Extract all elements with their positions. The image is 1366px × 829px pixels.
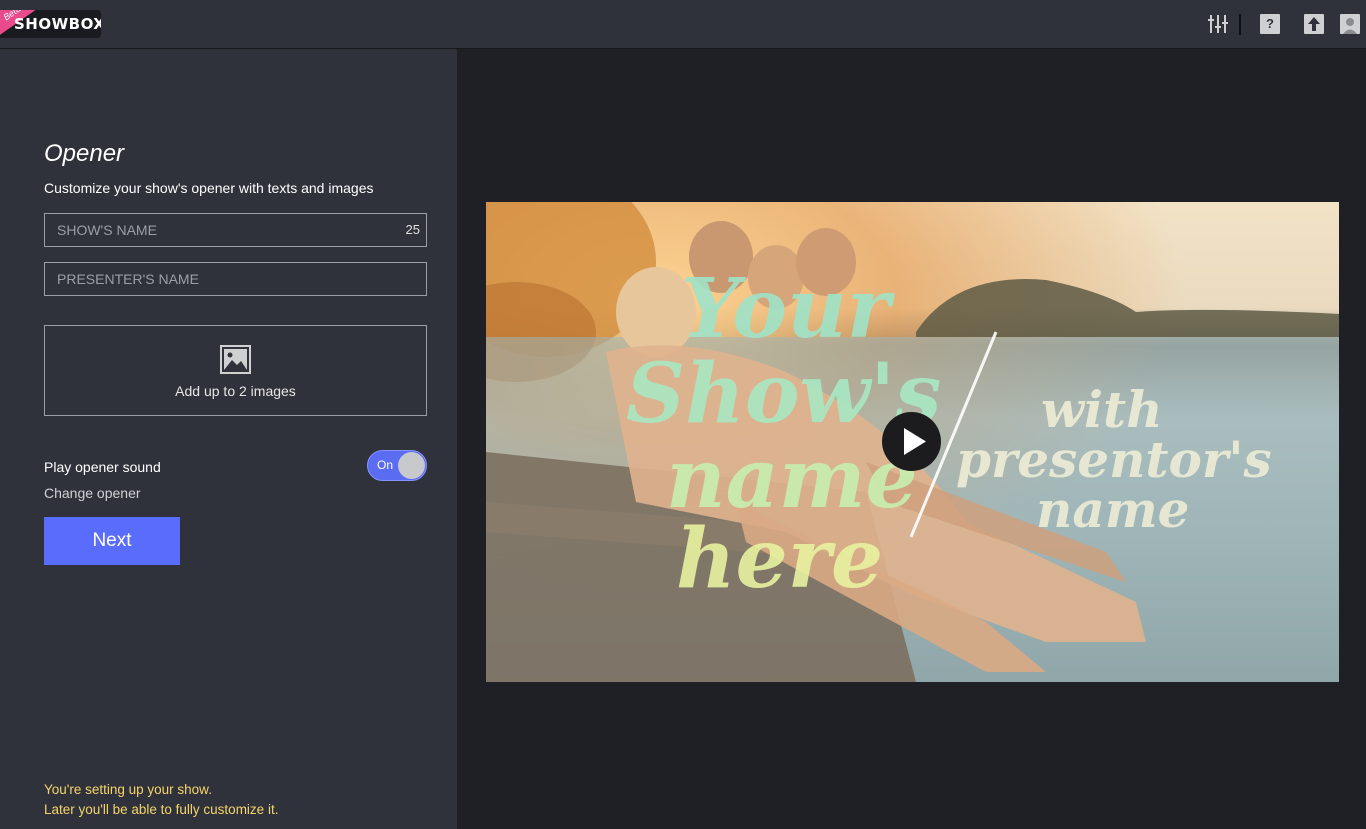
play-sound-label: Play opener sound [44,459,161,475]
showbox-logo[interactable]: Beta SHOWBOX [0,10,101,38]
show-name-input[interactable] [45,214,385,246]
help-icon[interactable]: ? [1260,14,1280,34]
upload-icon[interactable] [1304,14,1324,34]
top-bar: Beta SHOWBOX ? [0,0,1366,49]
show-name-field[interactable]: 25 [44,213,427,247]
change-opener-link[interactable]: Change opener [44,485,141,501]
topbar-divider [1239,14,1241,35]
setup-footnote: You're setting up your show. Later you'l… [44,780,278,820]
toggle-knob [398,452,425,479]
play-icon [904,428,926,455]
opener-preview[interactable]: Your Show's name here with presentor's n… [486,202,1339,682]
preview-title-line-1: Your [681,261,896,357]
footnote-line-2: Later you'll be able to fully customize … [44,802,279,817]
char-counter: 25 [405,222,420,237]
mixer-icon[interactable] [1208,14,1228,34]
image-icon [220,345,251,374]
footnote-line-1: You're setting up your show. [44,782,212,797]
sound-toggle[interactable]: On [367,450,427,481]
presenter-name-input[interactable] [45,263,385,295]
add-images-button[interactable]: Add up to 2 images [44,325,427,416]
toggle-state: On [377,458,394,472]
page-subtitle: Customize your show's opener with texts … [44,180,374,196]
user-avatar-icon[interactable] [1340,14,1360,34]
preview-title-line-4: here [676,511,883,607]
opener-panel: Opener Customize your show's opener with… [0,49,457,829]
presenter-name-field[interactable] [44,262,427,296]
play-button[interactable] [882,412,941,471]
logo-text: SHOWBOX [14,15,101,33]
add-images-label: Add up to 2 images [175,383,296,399]
page-title: Opener [44,140,125,167]
preview-presenter-line-3: name [1036,480,1189,539]
next-button[interactable]: Next [44,517,180,565]
